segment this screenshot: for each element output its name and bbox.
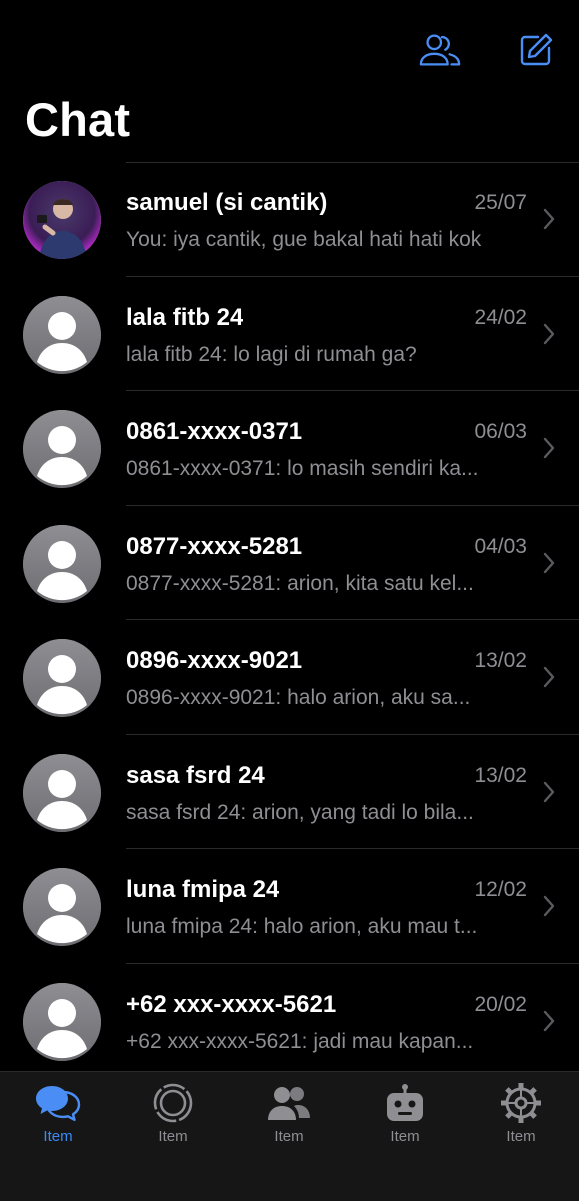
- chat-row[interactable]: lala fitb 24 24/02 lala fitb 24: lo lagi d…: [0, 277, 579, 391]
- tab-bar: Item Item Item Item Item: [0, 1071, 579, 1201]
- tab-item[interactable]: Item: [115, 1082, 231, 1152]
- chat-preview: 0877-xxxx-5281: arion, kita satu kel...: [126, 571, 474, 595]
- chat-row[interactable]: 0861-xxxx-0371 06/03 0861-xxxx-0371: lo ma…: [0, 391, 579, 506]
- page-title: Chat: [25, 93, 131, 146]
- chat-bubbles-icon: [35, 1082, 81, 1124]
- chat-preview: lala fitb 24: lo lagi di rumah ga?: [126, 342, 417, 366]
- chat-name: +62 xxx-xxxx-5621: [126, 990, 337, 1018]
- tab-item[interactable]: Item: [463, 1082, 579, 1152]
- tab-label: Item: [158, 1128, 188, 1145]
- chat-preview: 0861-xxxx-0371: lo masih sendiri ka...: [126, 457, 479, 480]
- chat-name: luna fmipa 24: [126, 876, 280, 903]
- chevron-right-icon: [543, 781, 555, 803]
- tab-label: Item: [506, 1128, 536, 1145]
- tab-item[interactable]: Item: [0, 1082, 116, 1152]
- chat-name: 0877-xxxx-5281: [126, 532, 303, 560]
- chat-preview: luna fmipa 24: halo arion, aku mau t...: [126, 915, 478, 938]
- chat-date: 13/02: [474, 649, 527, 672]
- chat-row[interactable]: luna fmipa 24 12/02 luna fmipa 24: halo ar…: [0, 849, 579, 964]
- chat-name: lala fitb 24: [126, 303, 244, 331]
- chat-date: 12/02: [474, 878, 527, 901]
- chat-name: samuel (si cantik): [126, 189, 328, 216]
- gear-icon: [498, 1082, 544, 1124]
- chat-date: 25/07: [474, 191, 527, 214]
- avatar-placeholder-icon: [23, 295, 101, 374]
- avatar-photo: [23, 181, 101, 259]
- chevron-right-icon: [543, 208, 555, 230]
- chat-row[interactable]: samuel (si cantik) 25/07 You: iya cantik, …: [0, 162, 579, 277]
- tab-label: Item: [43, 1128, 73, 1145]
- chat-date: 24/02: [474, 305, 527, 329]
- contacts-icon[interactable]: [418, 28, 462, 72]
- chat-list: samuel (si cantik) 25/07 You: iya cantik, …: [0, 162, 579, 1070]
- chat-row[interactable]: 0877-xxxx-5281 04/03 0877-xxxx-5281: arion…: [0, 506, 579, 620]
- avatar-placeholder-icon: [23, 410, 101, 488]
- tab-label: Item: [390, 1128, 420, 1145]
- bot-icon: [382, 1082, 428, 1124]
- chevron-right-icon: [543, 895, 555, 917]
- chat-date: 04/03: [474, 534, 527, 558]
- avatar-placeholder-icon: [23, 868, 101, 946]
- chevron-right-icon: [543, 552, 555, 574]
- chevron-right-icon: [543, 1010, 555, 1032]
- chat-row[interactable]: +62 xxx-xxxx-5621 20/02 +62 xxx-xxxx-5621:…: [0, 964, 579, 1071]
- tab-item[interactable]: Item: [347, 1082, 463, 1152]
- chat-date: 20/02: [474, 992, 527, 1016]
- chat-date: 13/02: [474, 763, 527, 787]
- tab-label: Item: [274, 1128, 304, 1145]
- chat-preview: sasa fsrd 24: arion, yang tadi lo bila..…: [126, 800, 474, 824]
- chat-name: 0861-xxxx-0371: [126, 418, 303, 445]
- chevron-right-icon: [543, 323, 555, 345]
- chat-name: sasa fsrd 24: [126, 761, 265, 789]
- chevron-right-icon: [543, 666, 555, 688]
- chat-preview: You: iya cantik, gue bakal hati hati kok: [126, 228, 482, 251]
- compose-icon[interactable]: [514, 28, 558, 72]
- avatar-placeholder-icon: [23, 753, 101, 832]
- top-bar: [0, 0, 579, 90]
- chat-date: 06/03: [474, 420, 527, 443]
- tab-item[interactable]: Item: [231, 1082, 347, 1152]
- people-icon: [266, 1082, 312, 1124]
- chat-name: 0896-xxxx-9021: [126, 647, 303, 674]
- avatar-placeholder-icon: [23, 524, 101, 603]
- status-ring-icon: [150, 1082, 196, 1124]
- avatar-placeholder-icon: [23, 982, 101, 1061]
- chat-row[interactable]: sasa fsrd 24 13/02 sasa fsrd 24: arion, ya…: [0, 735, 579, 849]
- chat-row[interactable]: 0896-xxxx-9021 13/02 0896-xxxx-9021: halo …: [0, 620, 579, 735]
- chat-preview: +62 xxx-xxxx-5621: jadi mau kapan...: [126, 1029, 474, 1053]
- chat-preview: 0896-xxxx-9021: halo arion, aku sa...: [126, 686, 471, 709]
- avatar-placeholder-icon: [23, 639, 101, 717]
- chevron-right-icon: [543, 437, 555, 459]
